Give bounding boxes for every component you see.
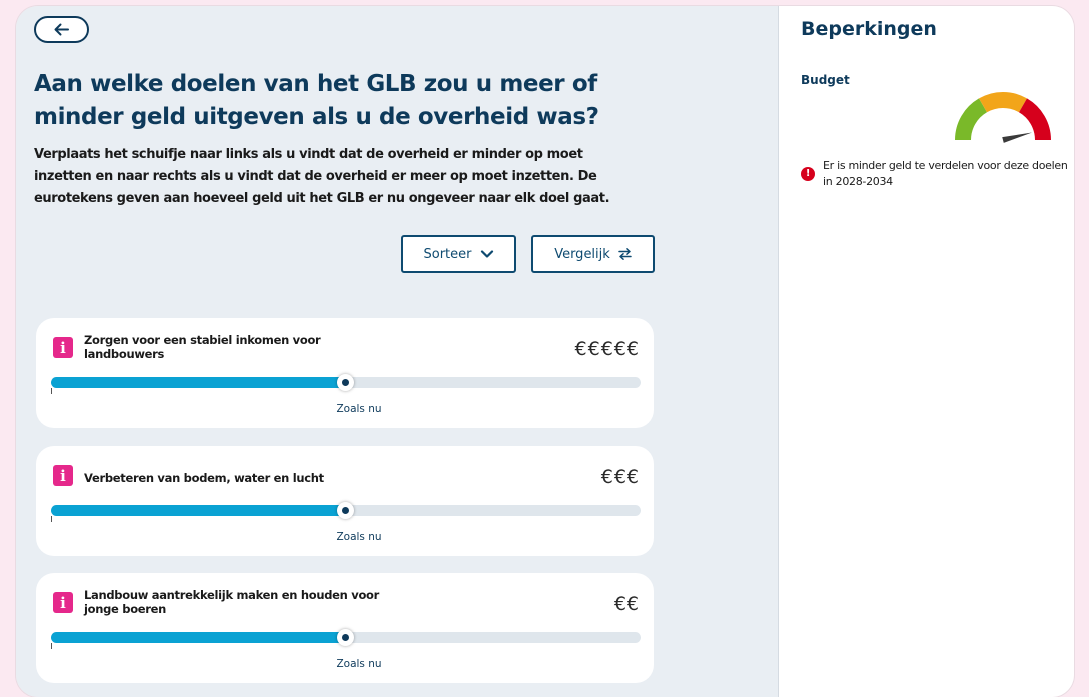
app-window: Aan welke doelen van het GLB zou u meer … [16,6,1074,697]
sort-button-label: Sorteer [423,246,472,262]
euro-indicator: €€€ [600,466,640,488]
sort-button[interactable]: Sorteer [401,235,516,273]
info-icon[interactable]: i [53,337,73,358]
goal-card: i Verbeteren van bodem, water en lucht €… [36,446,654,556]
slider-status: Zoals nu [336,658,382,670]
slider-status: Zoals nu [336,403,382,415]
euro-indicator: €€€€€ [574,338,640,360]
goal-label: Landbouw aantrekkelijk maken en houden v… [84,588,380,616]
gauge-segment-green [955,98,988,141]
arrow-left-icon [54,23,69,36]
page-title: Aan welke doelen van het GLB zou u meer … [34,71,599,130]
chevron-down-icon [480,250,493,258]
info-icon[interactable]: i [53,465,73,486]
intro-text: Verplaats het schuifje naar links als u … [34,147,610,206]
constraints-panel: Beperkingen Budget ! Er is minder geld t… [778,6,1074,697]
goal-slider[interactable] [51,502,641,519]
goal-label: Verbeteren van bodem, water en lucht [84,471,324,485]
info-icon[interactable]: i [53,592,73,613]
slider-thumb[interactable] [337,374,354,391]
back-button[interactable] [34,16,89,43]
exclamation-circle-icon: ! [801,167,815,181]
budget-alert-text: Er is minder geld te verdelen voor deze … [823,159,1068,188]
gauge-needle [1002,132,1033,143]
euro-indicator: €€ [613,593,640,615]
slider-status: Zoals nu [336,531,382,543]
slider-thumb[interactable] [337,629,354,646]
budget-alert: ! Er is minder geld te verdelen voor dez… [801,158,1071,190]
constraints-title: Beperkingen [801,18,937,40]
goal-card: i Zorgen voor een stabiel inkomen voor l… [36,318,654,428]
gauge-segment-orange [979,92,1027,113]
slider-fill [51,505,346,516]
goal-slider[interactable] [51,374,641,391]
slider-min-tick [51,516,52,522]
goal-label: Zorgen voor een stabiel inkomen voor lan… [84,333,321,361]
goal-card: i Landbouw aantrekkelijk maken en houden… [36,573,654,683]
budget-gauge [955,92,1051,143]
swap-arrows-icon [618,248,632,260]
slider-fill [51,632,346,643]
slider-min-tick [51,643,52,649]
slider-fill [51,377,346,388]
compare-button[interactable]: Vergelijk [531,235,655,273]
budget-label: Budget [801,73,850,87]
slider-min-tick [51,388,52,394]
gauge-segment-red [1018,98,1051,141]
slider-thumb[interactable] [337,502,354,519]
goal-slider[interactable] [51,629,641,646]
main-panel: Aan welke doelen van het GLB zou u meer … [16,6,778,697]
compare-button-label: Vergelijk [554,246,610,262]
